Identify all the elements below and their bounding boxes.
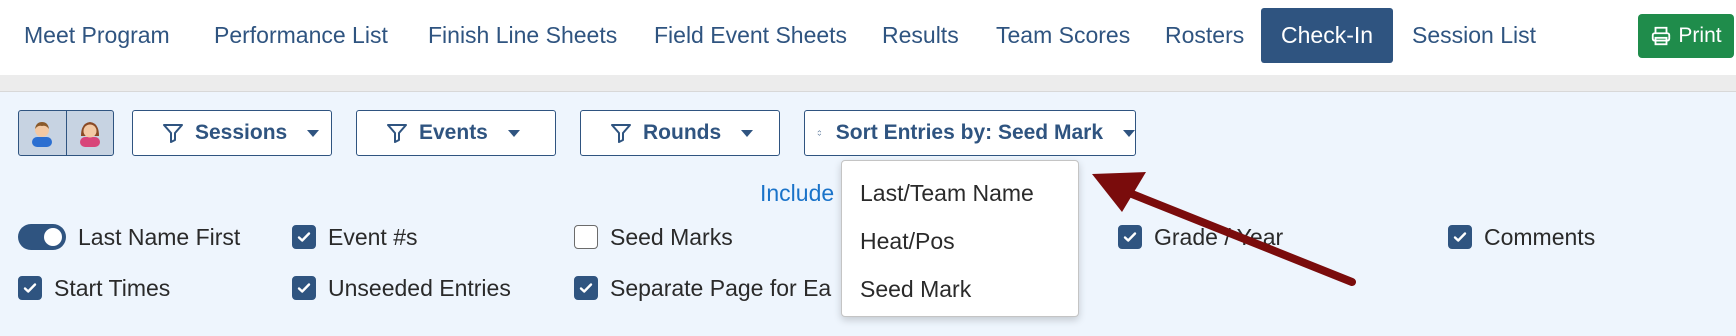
comments-option[interactable]: Comments <box>1448 222 1595 252</box>
checkbox-checked[interactable] <box>18 276 42 300</box>
nav-check-in[interactable]: Check-In <box>1261 8 1394 63</box>
grade-year-option[interactable]: Grade / Year <box>1118 222 1283 252</box>
sort-label: Sort Entries by: Seed Mark <box>835 121 1103 144</box>
gender-toggle-group <box>18 110 114 156</box>
include-link[interactable]: Include <box>760 180 834 207</box>
unseeded-entries-option[interactable]: Unseeded Entries <box>292 273 511 303</box>
sessions-filter-button[interactable]: Sessions <box>132 110 332 156</box>
female-filter-button[interactable] <box>65 111 114 155</box>
events-filter-button[interactable]: Events <box>356 110 556 156</box>
nav-divider <box>0 75 1736 92</box>
checkbox-checked[interactable] <box>292 276 316 300</box>
last-name-first-toggle[interactable] <box>18 224 66 250</box>
female-user-icon <box>79 122 100 147</box>
male-filter-button[interactable] <box>19 111 66 155</box>
sort-option-heat-pos[interactable]: Heat/Pos <box>842 217 1078 265</box>
checkbox-checked[interactable] <box>1448 225 1472 249</box>
event-numbers-option[interactable]: Event #s <box>292 222 418 252</box>
separate-page-option[interactable]: Separate Page for Ea <box>574 273 831 303</box>
events-label: Events <box>419 121 488 144</box>
option-label: Grade / Year <box>1154 223 1284 250</box>
check-icon <box>1123 232 1137 242</box>
option-label: Event #s <box>328 223 418 250</box>
chevron-down-icon <box>741 129 754 137</box>
option-label: Comments <box>1484 223 1596 250</box>
sort-icon <box>817 130 822 136</box>
checkbox-checked[interactable] <box>292 225 316 249</box>
nav-finish-line-sheets[interactable]: Finish Line Sheets <box>428 8 617 63</box>
check-icon <box>297 232 311 242</box>
sort-options-dropdown: Last/Team Name Heat/Pos Seed Mark <box>841 160 1079 317</box>
printer-icon <box>1652 26 1671 46</box>
sort-option-seed-mark[interactable]: Seed Mark <box>842 265 1078 313</box>
checkbox-unchecked[interactable] <box>574 225 598 249</box>
last-name-first-option[interactable]: Last Name First <box>18 222 240 252</box>
option-label: Separate Page for Ea <box>610 274 832 301</box>
print-label: Print <box>1678 24 1722 47</box>
nav-meet-program[interactable]: Meet Program <box>24 8 170 63</box>
seed-marks-option[interactable]: Seed Marks <box>574 222 733 252</box>
option-label: Unseeded Entries <box>328 274 511 301</box>
sort-option-last-team-name[interactable]: Last/Team Name <box>842 169 1078 217</box>
filter-icon <box>163 124 183 143</box>
top-nav: Meet Program Performance List Finish Lin… <box>0 0 1736 75</box>
nav-field-event-sheets[interactable]: Field Event Sheets <box>654 8 847 63</box>
chevron-down-icon <box>307 129 320 137</box>
filter-icon <box>611 124 631 143</box>
sessions-label: Sessions <box>195 121 288 144</box>
nav-session-list[interactable]: Session List <box>1412 8 1536 63</box>
check-icon <box>23 283 37 293</box>
filter-icon <box>387 124 407 143</box>
option-label: Seed Marks <box>610 223 733 250</box>
nav-results[interactable]: Results <box>882 8 959 63</box>
nav-team-scores[interactable]: Team Scores <box>996 8 1130 63</box>
nav-performance-list[interactable]: Performance List <box>214 8 388 63</box>
option-label: Last Name First <box>78 223 241 250</box>
check-icon <box>579 283 593 293</box>
nav-rosters[interactable]: Rosters <box>1165 8 1244 63</box>
print-button[interactable]: Print <box>1638 14 1734 58</box>
option-label: Start Times <box>54 274 171 301</box>
check-icon <box>1453 232 1467 242</box>
sort-entries-button[interactable]: Sort Entries by: Seed Mark <box>804 110 1136 156</box>
start-times-option[interactable]: Start Times <box>18 273 170 303</box>
chevron-down-icon <box>507 129 520 137</box>
rounds-label: Rounds <box>643 121 722 144</box>
checkbox-checked[interactable] <box>574 276 598 300</box>
checkbox-checked[interactable] <box>1118 225 1142 249</box>
rounds-filter-button[interactable]: Rounds <box>580 110 780 156</box>
chevron-down-icon <box>1123 129 1135 137</box>
male-user-icon <box>32 122 53 147</box>
check-icon <box>297 283 311 293</box>
